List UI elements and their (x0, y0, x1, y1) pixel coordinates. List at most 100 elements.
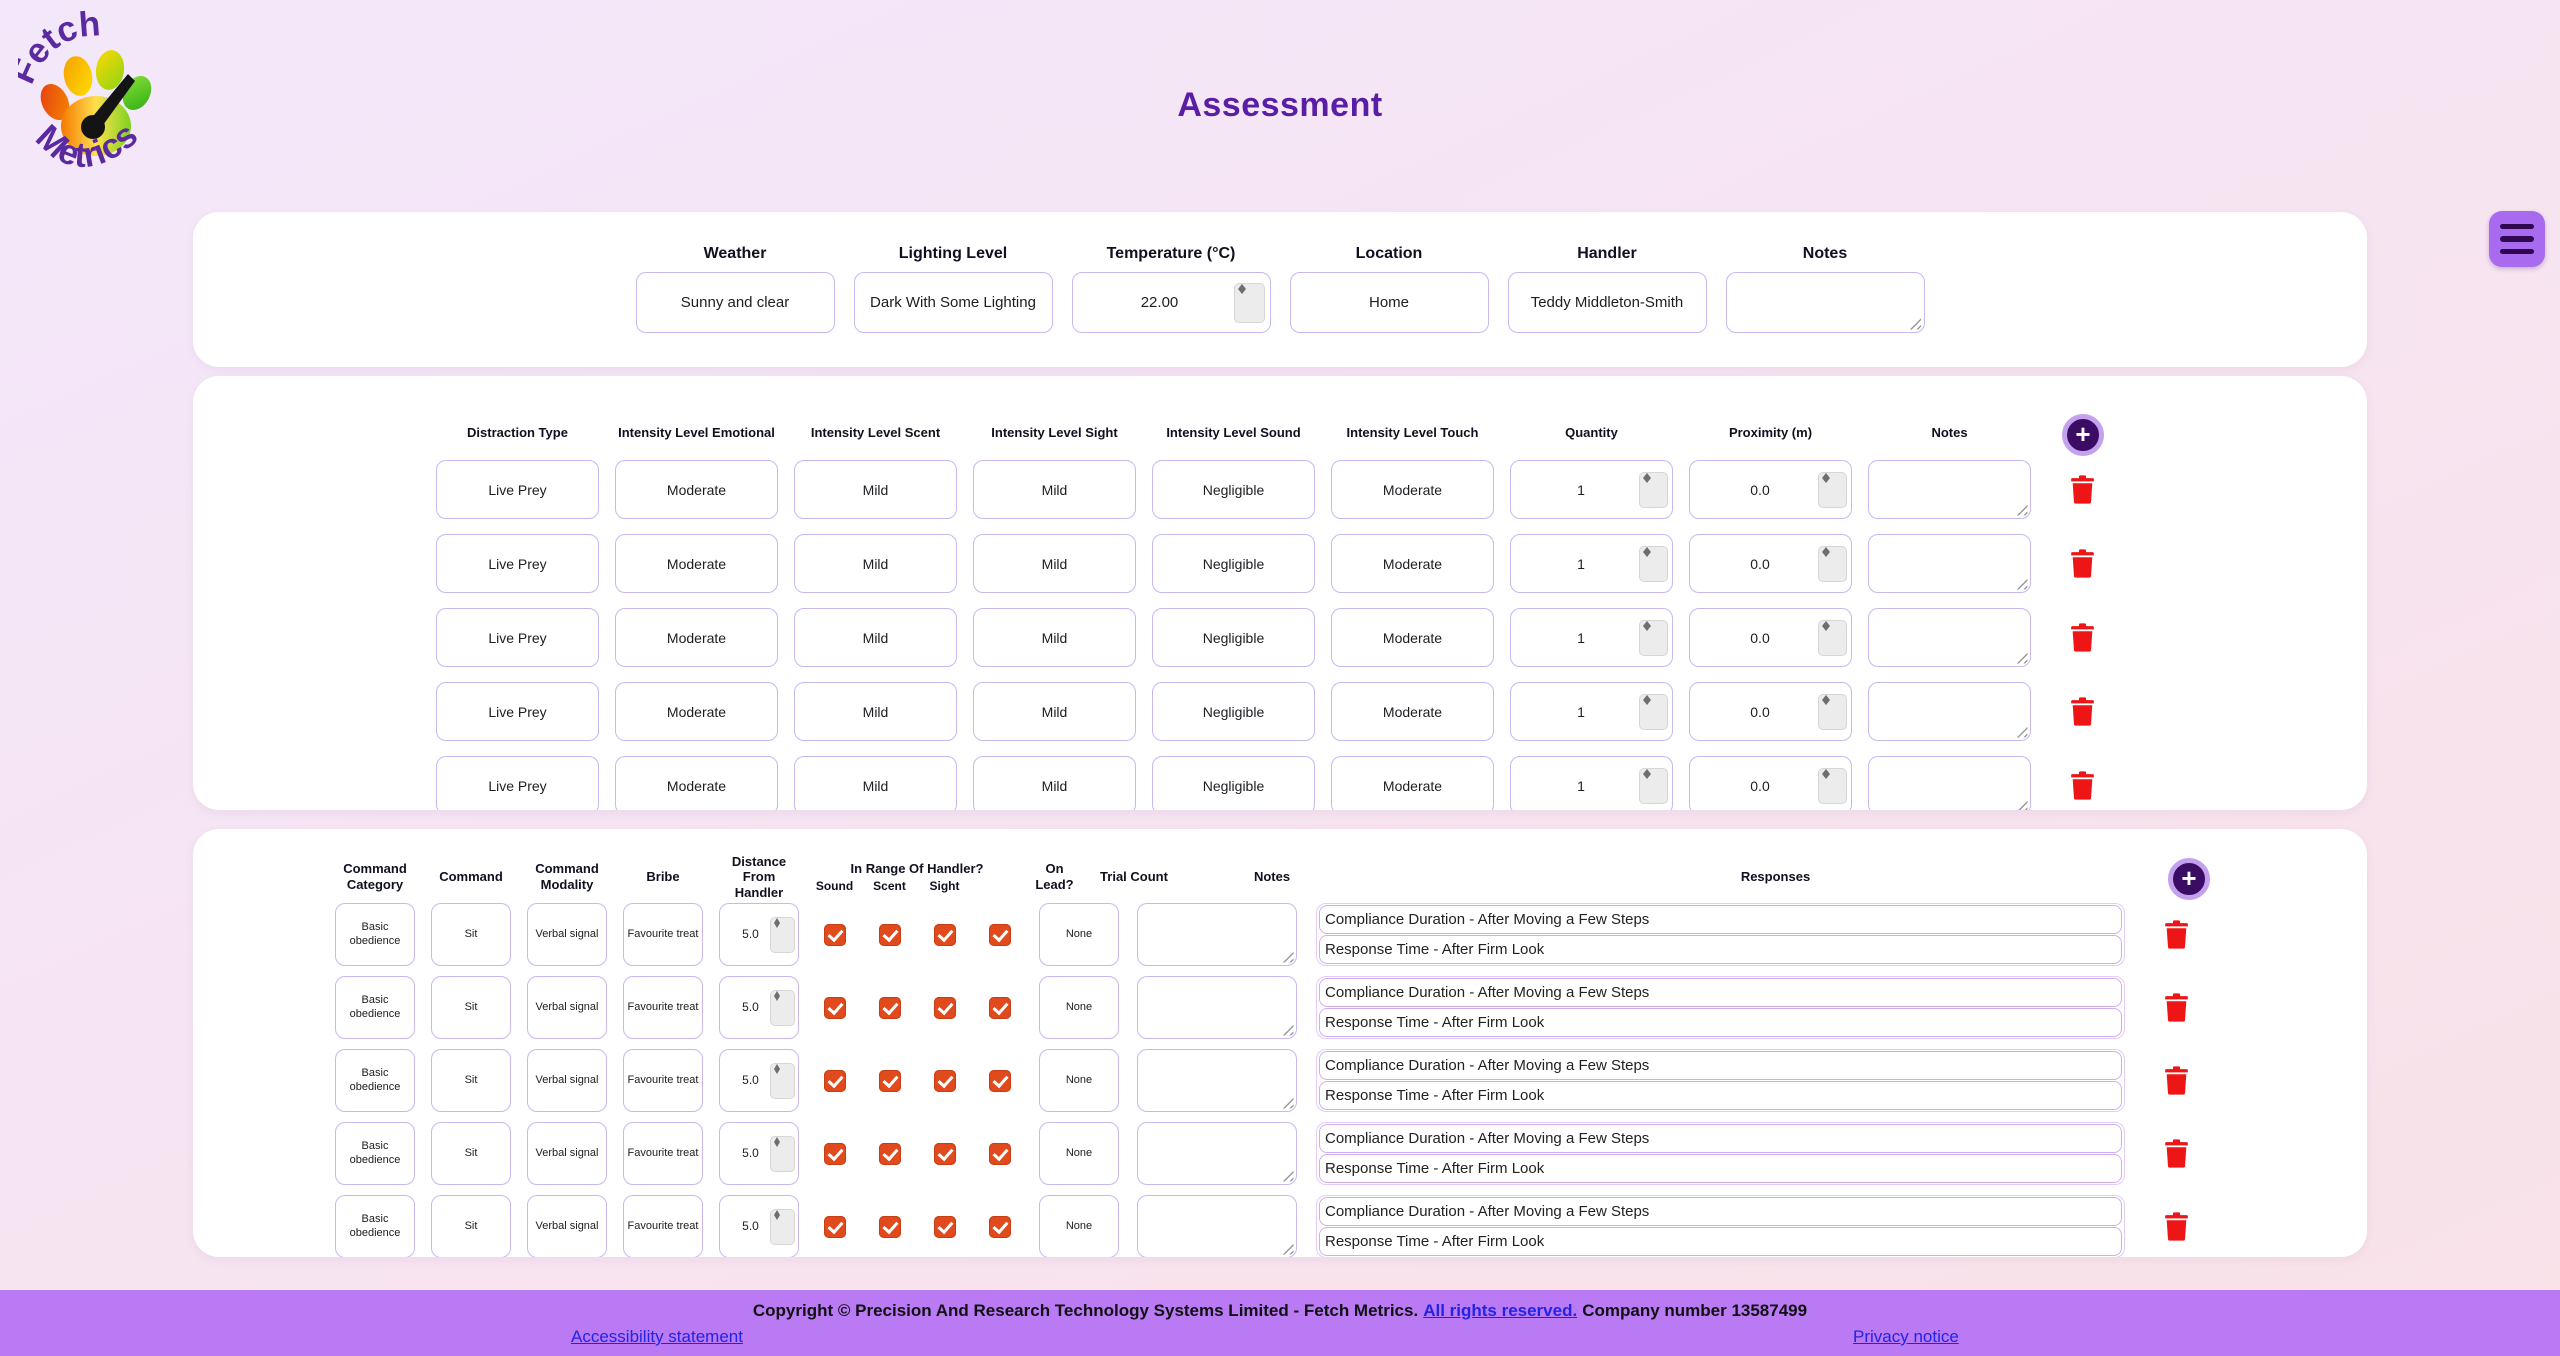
number-spinner[interactable] (1818, 693, 1847, 730)
in-range-sight-checkbox[interactable] (933, 923, 956, 946)
intensity-sound-field[interactable]: Negligible (1152, 682, 1315, 741)
response-input[interactable]: Response Time - After Firm Look (1319, 1008, 2122, 1037)
distance-from-handler-field[interactable]: 5.0 (719, 1195, 799, 1257)
add-command-button[interactable]: + (2168, 858, 2210, 900)
in-range-scent-checkbox[interactable] (878, 1215, 901, 1238)
number-spinner[interactable] (1818, 767, 1847, 804)
accessibility-statement-link[interactable]: Accessibility statement (571, 1327, 743, 1347)
command-field[interactable]: Sit (431, 1195, 511, 1257)
number-spinner[interactable] (1818, 471, 1847, 508)
notes-field[interactable] (1137, 1195, 1297, 1257)
resize-handle[interactable] (2015, 799, 2028, 810)
notes-field[interactable] (1137, 1122, 1297, 1185)
trial-count-field[interactable]: None (1039, 1049, 1119, 1112)
intensity-scent-field[interactable]: Mild (794, 682, 957, 741)
command-modality-field[interactable]: Verbal signal (527, 976, 607, 1039)
notes-field[interactable] (1868, 682, 2031, 741)
response-input[interactable]: Compliance Duration - After Moving a Few… (1319, 1124, 2122, 1153)
delete-row-button[interactable] (2070, 770, 2095, 801)
response-input[interactable]: Response Time - After Firm Look (1319, 1154, 2122, 1183)
notes-field[interactable] (1868, 534, 2031, 593)
in-range-sight-checkbox[interactable] (933, 1142, 956, 1165)
notes-field[interactable] (1137, 1049, 1297, 1112)
number-spinner[interactable] (1818, 545, 1847, 582)
proximity-field[interactable]: 0.0 (1689, 460, 1852, 519)
delete-row-button[interactable] (2070, 474, 2095, 505)
intensity-emotional-field[interactable]: Moderate (615, 460, 778, 519)
on-lead-checkbox[interactable] (988, 923, 1011, 946)
resize-handle[interactable] (1281, 1242, 1294, 1255)
notes-field[interactable] (1137, 976, 1297, 1039)
distance-from-handler-field[interactable]: 5.0 (719, 976, 799, 1039)
response-input[interactable]: Compliance Duration - After Moving a Few… (1319, 905, 2122, 934)
number-spinner[interactable] (770, 916, 795, 953)
delete-row-button[interactable] (2070, 622, 2095, 653)
intensity-touch-field[interactable]: Moderate (1331, 682, 1494, 741)
intensity-sight-field[interactable]: Mild (973, 460, 1136, 519)
quantity-field[interactable]: 1 (1510, 756, 1673, 810)
trial-count-field[interactable]: None (1039, 1122, 1119, 1185)
intensity-sight-field[interactable]: Mild (973, 608, 1136, 667)
resize-handle[interactable] (1281, 950, 1294, 963)
in-range-sound-checkbox[interactable] (823, 996, 846, 1019)
in-range-sound-checkbox[interactable] (823, 923, 846, 946)
notes-field[interactable] (1868, 756, 2031, 810)
notes-input[interactable] (1725, 272, 1925, 333)
intensity-sight-field[interactable]: Mild (973, 682, 1136, 741)
number-spinner[interactable] (770, 1062, 795, 1099)
notes-field[interactable] (1868, 608, 2031, 667)
proximity-field[interactable]: 0.0 (1689, 608, 1852, 667)
add-distraction-button[interactable]: + (2062, 414, 2104, 456)
delete-row-button[interactable] (2164, 1138, 2189, 1169)
intensity-sound-field[interactable]: Negligible (1152, 534, 1315, 593)
response-input[interactable]: Compliance Duration - After Moving a Few… (1319, 1197, 2122, 1226)
response-input[interactable]: Response Time - After Firm Look (1319, 935, 2122, 964)
handler-input[interactable]: Teddy Middleton-Smith (1507, 272, 1707, 333)
distraction-type-field[interactable]: Live Prey (436, 460, 599, 519)
resize-handle[interactable] (2015, 651, 2028, 664)
distance-from-handler-field[interactable]: 5.0 (719, 903, 799, 966)
in-range-scent-checkbox[interactable] (878, 996, 901, 1019)
number-spinner[interactable] (770, 1135, 795, 1172)
resize-handle[interactable] (2015, 577, 2028, 590)
bribe-field[interactable]: Favourite treat (623, 1195, 703, 1257)
intensity-touch-field[interactable]: Moderate (1331, 756, 1494, 810)
command-modality-field[interactable]: Verbal signal (527, 1195, 607, 1257)
command-modality-field[interactable]: Verbal signal (527, 1049, 607, 1112)
delete-row-button[interactable] (2164, 1065, 2189, 1096)
in-range-sound-checkbox[interactable] (823, 1069, 846, 1092)
intensity-emotional-field[interactable]: Moderate (615, 534, 778, 593)
on-lead-checkbox[interactable] (988, 1215, 1011, 1238)
delete-row-button[interactable] (2164, 992, 2189, 1023)
distance-from-handler-field[interactable]: 5.0 (719, 1049, 799, 1112)
response-input[interactable]: Compliance Duration - After Moving a Few… (1319, 978, 2122, 1007)
all-rights-reserved-link[interactable]: All rights reserved. (1423, 1301, 1577, 1320)
command-field[interactable]: Sit (431, 976, 511, 1039)
intensity-touch-field[interactable]: Moderate (1331, 608, 1494, 667)
on-lead-checkbox[interactable] (988, 1069, 1011, 1092)
bribe-field[interactable]: Favourite treat (623, 1049, 703, 1112)
command-category-field[interactable]: Basic obedience (335, 1195, 415, 1257)
resize-handle[interactable] (2015, 725, 2028, 738)
command-field[interactable]: Sit (431, 1122, 511, 1185)
location-input[interactable]: Home (1289, 272, 1489, 333)
command-field[interactable]: Sit (431, 903, 511, 966)
number-spinner[interactable] (1639, 693, 1668, 730)
proximity-field[interactable]: 0.0 (1689, 534, 1852, 593)
delete-row-button[interactable] (2164, 919, 2189, 950)
in-range-scent-checkbox[interactable] (878, 923, 901, 946)
intensity-sound-field[interactable]: Negligible (1152, 608, 1315, 667)
bribe-field[interactable]: Favourite treat (623, 903, 703, 966)
in-range-sound-checkbox[interactable] (823, 1215, 846, 1238)
intensity-sound-field[interactable]: Negligible (1152, 460, 1315, 519)
trial-count-field[interactable]: None (1039, 1195, 1119, 1257)
delete-row-button[interactable] (2070, 696, 2095, 727)
bribe-field[interactable]: Favourite treat (623, 976, 703, 1039)
trial-count-field[interactable]: None (1039, 976, 1119, 1039)
in-range-scent-checkbox[interactable] (878, 1069, 901, 1092)
intensity-scent-field[interactable]: Mild (794, 460, 957, 519)
command-modality-field[interactable]: Verbal signal (527, 1122, 607, 1185)
proximity-field[interactable]: 0.0 (1689, 682, 1852, 741)
intensity-emotional-field[interactable]: Moderate (615, 682, 778, 741)
number-spinner[interactable] (1639, 767, 1668, 804)
